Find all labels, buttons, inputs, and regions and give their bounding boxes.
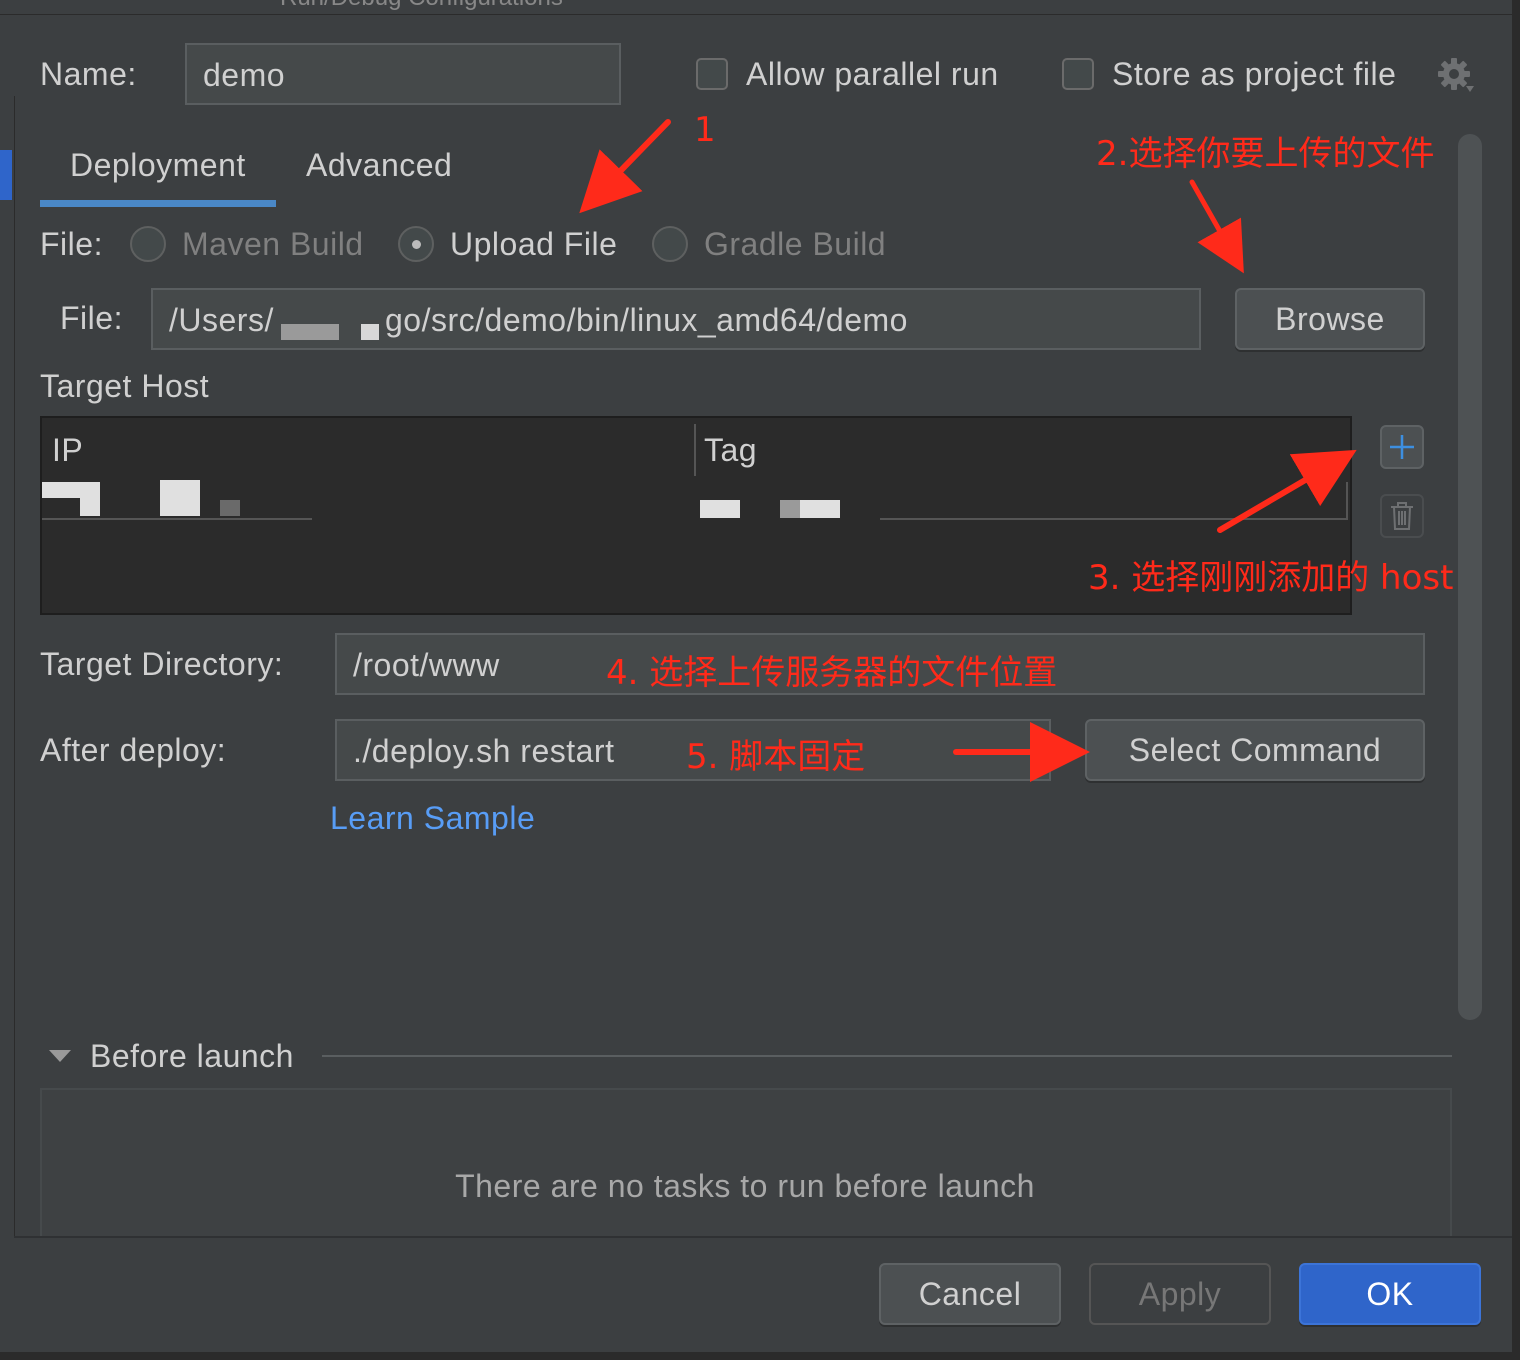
arrow-1 <box>579 119 671 214</box>
arrow-2 <box>1189 179 1244 274</box>
annotation-arrows <box>579 119 1357 782</box>
arrow-3 <box>1217 449 1357 533</box>
